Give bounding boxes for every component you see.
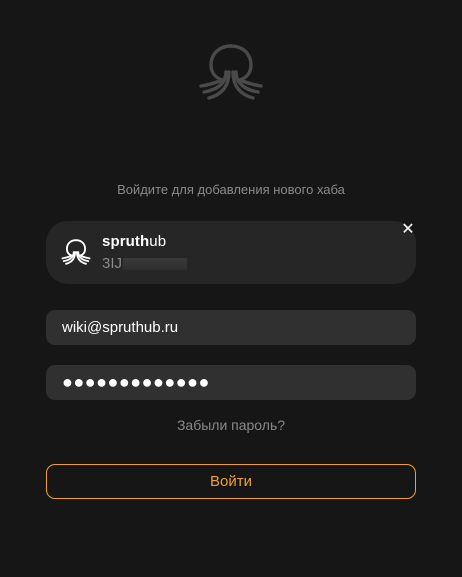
login-button[interactable]: Войти [46,464,416,499]
email-input[interactable] [62,319,400,336]
hub-id: 3IJ [102,255,188,272]
hub-id-prefix: 3IJ [102,255,123,272]
forgot-password-link[interactable]: Забыли пароль? [0,417,462,433]
octopus-logo-icon [199,44,263,100]
email-field[interactable] [46,310,416,345]
hub-name: spruthub [102,233,166,250]
hub-name-bold: spruth [102,233,150,250]
login-subtitle: Войдите для добавления нового хаба [117,182,345,197]
close-icon[interactable]: ✕ [401,222,415,238]
hub-id-redacted [123,257,188,270]
octopus-icon [61,239,91,265]
login-page: Войдите для добавления нового хаба sprut… [0,0,462,577]
password-field[interactable]: ●●●●●●●●●●●●● [46,365,416,400]
hub-card: spruthub 3IJ ✕ [46,221,416,284]
hub-name-light: ub [149,233,167,250]
password-input[interactable]: ●●●●●●●●●●●●● [62,372,210,393]
